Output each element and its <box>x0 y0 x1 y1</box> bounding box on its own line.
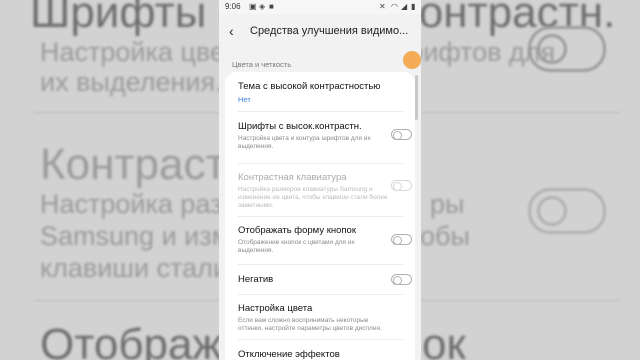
battery-icon: ▮ <box>411 2 416 11</box>
video-icon: ■ <box>269 2 274 11</box>
setting-remove-animations[interactable]: Отключение эффектов <box>238 349 388 360</box>
negative-toggle[interactable] <box>391 274 412 285</box>
setting-title: Отображать форму кнопок <box>238 225 356 236</box>
setting-title: Отключение эффектов <box>238 349 340 360</box>
arrow-left-icon[interactable]: ‹ <box>229 23 234 39</box>
setting-contrast-keyboard: Контрастная клавиатура Настройка размеро… <box>238 172 388 210</box>
divider <box>238 216 403 217</box>
setting-description: Настройка цвета и контура шрифтов для их… <box>238 135 371 150</box>
divider <box>238 163 403 164</box>
setting-description: Если вам сложно воспринимать некоторые о… <box>238 317 382 332</box>
bg-text: обы <box>420 221 470 251</box>
contrast-keyboard-toggle <box>391 180 412 191</box>
button-shapes-toggle[interactable] <box>391 234 412 245</box>
mute-icon: ✕ <box>379 2 386 11</box>
bg-text: Samsung и изме <box>40 221 246 251</box>
divider <box>238 264 403 265</box>
setting-color-adjustment[interactable]: Настройка цвета Если вам сложно восприни… <box>238 303 388 333</box>
wifi-icon: ◠ <box>391 2 398 11</box>
divider <box>238 111 403 112</box>
bg-toggle <box>528 26 606 72</box>
notification-icon: ▣ <box>249 2 257 11</box>
divider <box>238 339 403 340</box>
setting-title: Настройка цвета <box>238 303 313 314</box>
settings-card: Тема с высокой контрастностью Нет Шрифты… <box>225 72 415 360</box>
touch-indicator <box>403 51 421 69</box>
shield-icon: ◈ <box>259 2 266 11</box>
high-contrast-fonts-toggle[interactable] <box>391 129 412 140</box>
setting-title: Тема с высокой контрастностью <box>238 81 381 92</box>
scrollbar[interactable] <box>415 75 418 120</box>
phone-screen: 9:06 ▣ ◈ ■ ✕ ◠ ◢ ▮ ‹ Средства улучшения … <box>219 0 421 360</box>
bg-text: их выделения. <box>40 67 223 97</box>
setting-title: Контрастная клавиатура <box>238 172 347 183</box>
signal-icon: ◢ <box>401 2 408 11</box>
section-header: Цвета и четкость <box>232 60 292 69</box>
setting-high-contrast-fonts[interactable]: Шрифты с высок.контрастн. Настройка цвет… <box>238 121 388 151</box>
status-bar: 9:06 ▣ ◈ ■ ✕ ◠ ◢ ▮ <box>219 0 421 14</box>
divider <box>238 294 403 295</box>
page-title: Средства улучшения видимо... <box>250 25 409 37</box>
setting-negative[interactable]: Негатив <box>238 274 388 286</box>
setting-high-contrast-theme[interactable]: Тема с высокой контрастностью Нет <box>238 81 388 104</box>
setting-description: Настройка размеров клавиатуры Samsung и … <box>238 186 388 209</box>
setting-title: Негатив <box>238 274 274 285</box>
setting-show-button-shapes[interactable]: Отображать форму кнопок Отображение кноп… <box>238 225 388 255</box>
bg-text: ры <box>430 189 465 219</box>
bg-toggle <box>528 188 606 234</box>
setting-value: Нет <box>238 95 251 104</box>
bg-heading-buttons-tail: ок <box>422 320 466 360</box>
bg-text: Настройка разм <box>40 189 242 219</box>
app-bar: ‹ Средства улучшения видимо... <box>219 14 421 50</box>
setting-title: Шрифты с высок.контрастн. <box>238 121 362 132</box>
status-time: 9:06 <box>225 2 241 11</box>
setting-description: Отображение кнопок с цветами для их выде… <box>238 239 355 254</box>
